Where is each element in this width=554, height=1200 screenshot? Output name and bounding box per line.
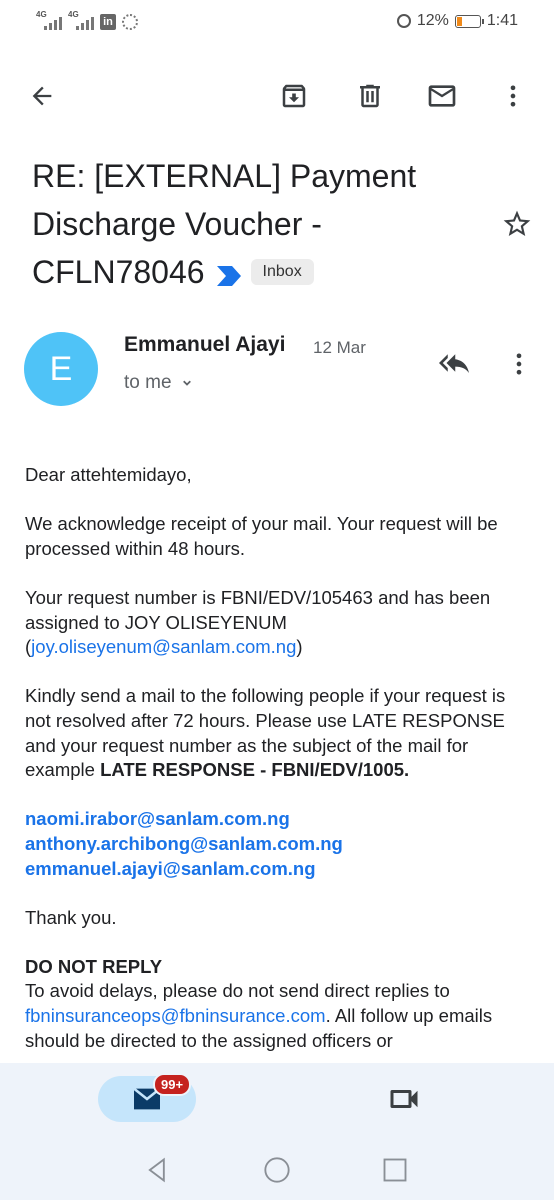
system-back-button[interactable] [144,1156,172,1184]
more-vert-icon [516,353,522,375]
star-outline-icon [503,210,531,236]
sender-avatar[interactable]: E [24,332,98,406]
request-number-paragraph: Your request number is FBNI/EDV/105463 a… [25,586,530,660]
archive-button[interactable] [274,76,314,116]
escalation-contacts: naomi.irabor@sanlam.com.ng anthony.archi… [25,807,530,881]
delete-button[interactable] [350,76,390,116]
recipient-text: to me [124,372,172,393]
alarm-icon [396,14,411,28]
system-recents-button[interactable] [381,1156,409,1184]
more-options-button[interactable] [493,76,533,116]
battery-percent: 12% [416,12,449,29]
thanks-line: Thank you. [25,906,117,928]
unread-count-badge: 99+ [153,1073,192,1096]
status-bar: 4G 4G in 12% 1:41 [0,0,554,46]
square-recents-icon [383,1158,407,1182]
archive-icon [282,84,306,108]
meet-tab[interactable] [386,1081,426,1117]
email-date: 12 Mar [313,338,366,357]
chevron-down-icon [182,380,191,386]
assigned-officer-email-link[interactable]: joy.oliseyenum@sanlam.com.ng [31,636,296,657]
linkedin-notification-icon: in [100,14,116,30]
contact-email-link[interactable]: anthony.archibong@sanlam.com.ng [25,833,343,854]
system-home-button[interactable] [263,1156,291,1184]
email-subject: RE: [EXTERNAL] Payment Discharge Voucher… [32,152,492,299]
clock: 1:41 [486,12,518,29]
delete-icon [360,84,380,108]
reply-all-button[interactable] [436,348,476,382]
bottom-navigation: 99+ [0,1063,554,1138]
signal-icon: 4G [36,10,62,32]
star-button[interactable] [501,208,533,240]
reply-all-icon [439,354,469,373]
contact-email-link[interactable]: naomi.irabor@sanlam.com.ng [25,808,290,829]
important-marker-icon[interactable] [216,251,243,299]
inbox-label-chip[interactable]: Inbox [250,258,314,285]
email-body: Dear attehtemidayo, We acknowledge recei… [25,463,530,1063]
do-not-reply-text: To avoid delays, please do not send dire… [25,980,450,1002]
acknowledgement-paragraph: We acknowledge receipt of your mail. You… [25,513,498,559]
more-vert-icon [510,85,516,107]
mail-icon [428,85,456,107]
escalation-paragraph: Kindly send a mail to the following peop… [25,684,530,782]
recipient-details-toggle[interactable]: to me [124,372,194,394]
paren-close: ) [296,636,303,658]
email-toolbar [0,70,554,122]
message-more-button[interactable] [505,348,535,382]
back-button[interactable] [22,76,62,116]
sender-name[interactable]: Emmanuel Ajayi [124,333,285,357]
do-not-reply-heading: DO NOT REPLY [25,955,163,977]
battery-icon [454,14,484,28]
late-response-example: LATE RESPONSE - FBNI/EDV/1005. [100,759,410,781]
do-not-reply-section: DO NOT REPLY To avoid delays, please do … [25,955,530,1053]
greeting: Dear attehtemidayo, [25,464,192,485]
triangle-back-icon [148,1157,165,1183]
signal-icon-2: 4G [68,10,94,32]
video-camera-icon [390,1090,418,1108]
circle-home-icon [264,1157,290,1183]
mark-unread-button[interactable] [422,76,462,116]
ops-email-link[interactable]: fbninsuranceops@fbninsurance.com [25,1005,326,1026]
contact-email-link[interactable]: emmanuel.ajayi@sanlam.com.ng [25,858,316,879]
back-arrow-icon [32,86,52,106]
system-navigation-bar [0,1138,554,1200]
loading-notification-icon [122,14,138,30]
